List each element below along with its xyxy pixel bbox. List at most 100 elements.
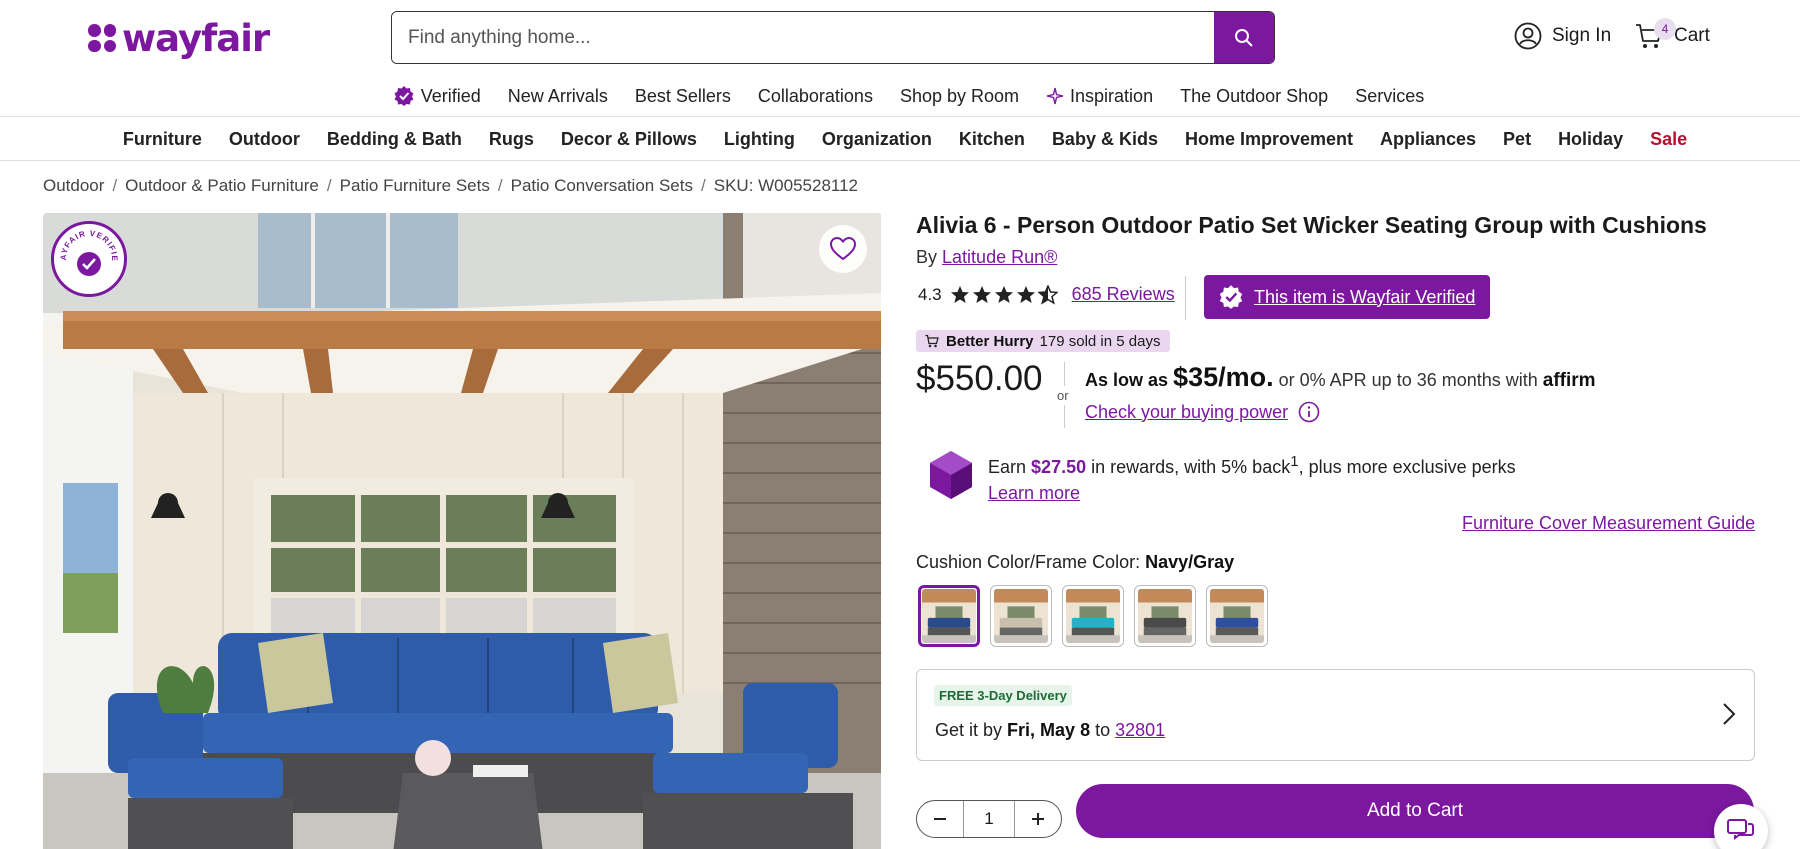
rating-divider xyxy=(1185,276,1186,320)
category-lighting[interactable]: Lighting xyxy=(724,129,795,150)
breadcrumb-separator: / xyxy=(112,176,118,195)
category-outdoor[interactable]: Outdoor xyxy=(229,129,300,150)
buying-power-link[interactable]: Check your buying power xyxy=(1085,402,1288,423)
category-sale[interactable]: Sale xyxy=(1650,129,1687,150)
subnav-shop-by-room[interactable]: Shop by Room xyxy=(900,80,1019,112)
category-home-improvement[interactable]: Home Improvement xyxy=(1185,129,1353,150)
category-kitchen[interactable]: Kitchen xyxy=(959,129,1025,150)
info-icon[interactable] xyxy=(1298,401,1320,423)
buying-power-row: Check your buying power xyxy=(1085,401,1320,423)
delivery-zip-link[interactable]: 32801 xyxy=(1115,720,1165,740)
verified-button-label: This item is Wayfair Verified xyxy=(1254,286,1476,307)
product-title: Alivia 6 - Person Outdoor Patio Set Wick… xyxy=(916,212,1707,238)
subnav-verified[interactable]: Verified xyxy=(393,80,481,112)
quantity-stepper: 1 xyxy=(916,800,1062,838)
category-furniture[interactable]: Furniture xyxy=(123,129,202,150)
search-input[interactable] xyxy=(392,12,1214,63)
cart-count-badge: 4 xyxy=(1654,18,1676,40)
rewards-gem-icon xyxy=(930,451,972,499)
breadcrumb-separator: / xyxy=(497,176,503,195)
nav-divider-bottom xyxy=(0,160,1800,161)
rewards-footnote: 1 xyxy=(1290,453,1299,470)
breadcrumb-patio-conversation-sets[interactable]: Patio Conversation Sets xyxy=(511,176,693,196)
subnav-verified-label: Verified xyxy=(420,85,481,106)
category-rugs[interactable]: Rugs xyxy=(489,129,534,150)
cover-guide-link[interactable]: Furniture Cover Measurement Guide xyxy=(1462,513,1755,534)
cart-label: Cart xyxy=(1674,25,1710,46)
favorite-button[interactable] xyxy=(819,225,867,273)
rewards-text: Earn $27.50 in rewards, with 5% back1, p… xyxy=(988,449,1516,506)
breadcrumb-patio-furniture-sets[interactable]: Patio Furniture Sets xyxy=(340,176,490,196)
subnav-collaborations-label: Collaborations xyxy=(757,85,873,106)
color-swatches xyxy=(918,585,1268,647)
swatch-thumbnail xyxy=(1138,589,1192,643)
brand-link[interactable]: Latitude Run® xyxy=(942,247,1057,267)
color-value: Navy/Gray xyxy=(1145,552,1235,572)
product-image[interactable]: WAYFAIR VERIFIED xyxy=(43,213,881,849)
reviews-link[interactable]: 685 Reviews xyxy=(1072,284,1175,305)
breadcrumb-outdoor-patio-furniture[interactable]: Outdoor & Patio Furniture xyxy=(125,176,319,196)
delivery-text: Get it by Fri, May 8 to 32801 xyxy=(935,720,1165,741)
color-swatch[interactable] xyxy=(1206,585,1268,647)
search-bar xyxy=(391,11,1275,64)
wayfair-verified-button[interactable]: This item is Wayfair Verified xyxy=(1204,275,1490,319)
sparkle-icon xyxy=(1046,87,1064,105)
user-icon xyxy=(1514,22,1542,50)
quantity-value[interactable]: 1 xyxy=(963,801,1015,837)
category-nav: Furniture Outdoor Bedding & Bath Rugs De… xyxy=(0,117,1800,161)
delivery-info[interactable]: FREE 3-Day Delivery Get it by Fri, May 8… xyxy=(916,669,1755,761)
subnav-inspiration[interactable]: Inspiration xyxy=(1046,80,1153,112)
search-button[interactable] xyxy=(1214,12,1274,63)
learn-more-link[interactable]: Learn more xyxy=(988,483,1080,503)
rating-row: 4.3 685 Reviews xyxy=(918,284,1175,305)
affirm-logo: affirm xyxy=(1542,370,1596,391)
search-icon xyxy=(1235,28,1253,47)
sign-in-link[interactable]: Sign In xyxy=(1514,22,1611,50)
star-icon xyxy=(1016,285,1035,303)
star-icon xyxy=(994,285,1013,303)
verified-seal-icon: WAYFAIR VERIFIED xyxy=(56,226,118,276)
color-swatch[interactable] xyxy=(1062,585,1124,647)
rewards-section: Earn $27.50 in rewards, with 5% back1, p… xyxy=(928,449,1516,506)
increase-quantity-button[interactable] xyxy=(1015,801,1061,837)
category-decor-pillows[interactable]: Decor & Pillows xyxy=(561,129,697,150)
or-text: or xyxy=(1057,386,1069,405)
decrease-quantity-button[interactable] xyxy=(917,801,963,837)
category-pet[interactable]: Pet xyxy=(1503,129,1531,150)
subnav-shop-by-room-label: Shop by Room xyxy=(899,85,1020,106)
subnav-new-arrivals[interactable]: New Arrivals xyxy=(508,80,608,112)
color-swatch[interactable] xyxy=(918,585,980,647)
category-appliances[interactable]: Appliances xyxy=(1380,129,1476,150)
category-holiday[interactable]: Holiday xyxy=(1558,129,1623,150)
wayfair-logo[interactable]: wayfair xyxy=(88,16,270,60)
category-baby-kids[interactable]: Baby & Kids xyxy=(1052,129,1158,150)
swatch-thumbnail xyxy=(1066,589,1120,643)
color-swatch[interactable] xyxy=(1134,585,1196,647)
color-swatch[interactable] xyxy=(990,585,1052,647)
product-price: $550.00 xyxy=(916,359,1043,398)
breadcrumb-sku: SKU: W005528112 xyxy=(713,176,859,195)
half-star-icon xyxy=(1037,284,1058,305)
subnav-collaborations[interactable]: Collaborations xyxy=(758,80,873,112)
subnav-outdoor-shop[interactable]: The Outdoor Shop xyxy=(1180,80,1328,112)
star-icon xyxy=(950,285,969,303)
subnav-best-sellers-label: Best Sellers xyxy=(634,85,731,106)
delivery-date: Fri, May 8 xyxy=(1007,720,1091,740)
breadcrumb-separator: / xyxy=(326,176,332,195)
hurry-label: Better Hurry xyxy=(946,332,1034,350)
cart-link[interactable]: 4 Cart xyxy=(1634,18,1710,50)
free-delivery-tag: FREE 3-Day Delivery xyxy=(934,685,1072,706)
subnav-services[interactable]: Services xyxy=(1355,80,1424,112)
financing-prefix: As low as xyxy=(1085,370,1169,390)
chat-button[interactable] xyxy=(1714,804,1768,849)
logo-text: wayfair xyxy=(122,16,270,60)
swatch-thumbnail xyxy=(922,589,976,643)
color-label-text: Cushion Color/Frame Color: xyxy=(916,552,1141,572)
subnav-inspiration-label: Inspiration xyxy=(1070,85,1154,106)
add-to-cart-button[interactable]: Add to Cart xyxy=(1076,784,1754,838)
category-organization[interactable]: Organization xyxy=(822,129,932,150)
category-bedding-bath[interactable]: Bedding & Bath xyxy=(327,129,462,150)
subnav-best-sellers[interactable]: Best Sellers xyxy=(635,80,731,112)
breadcrumb-outdoor[interactable]: Outdoor xyxy=(43,176,104,196)
better-hurry-badge: Better Hurry 179 sold in 5 days xyxy=(916,330,1171,352)
